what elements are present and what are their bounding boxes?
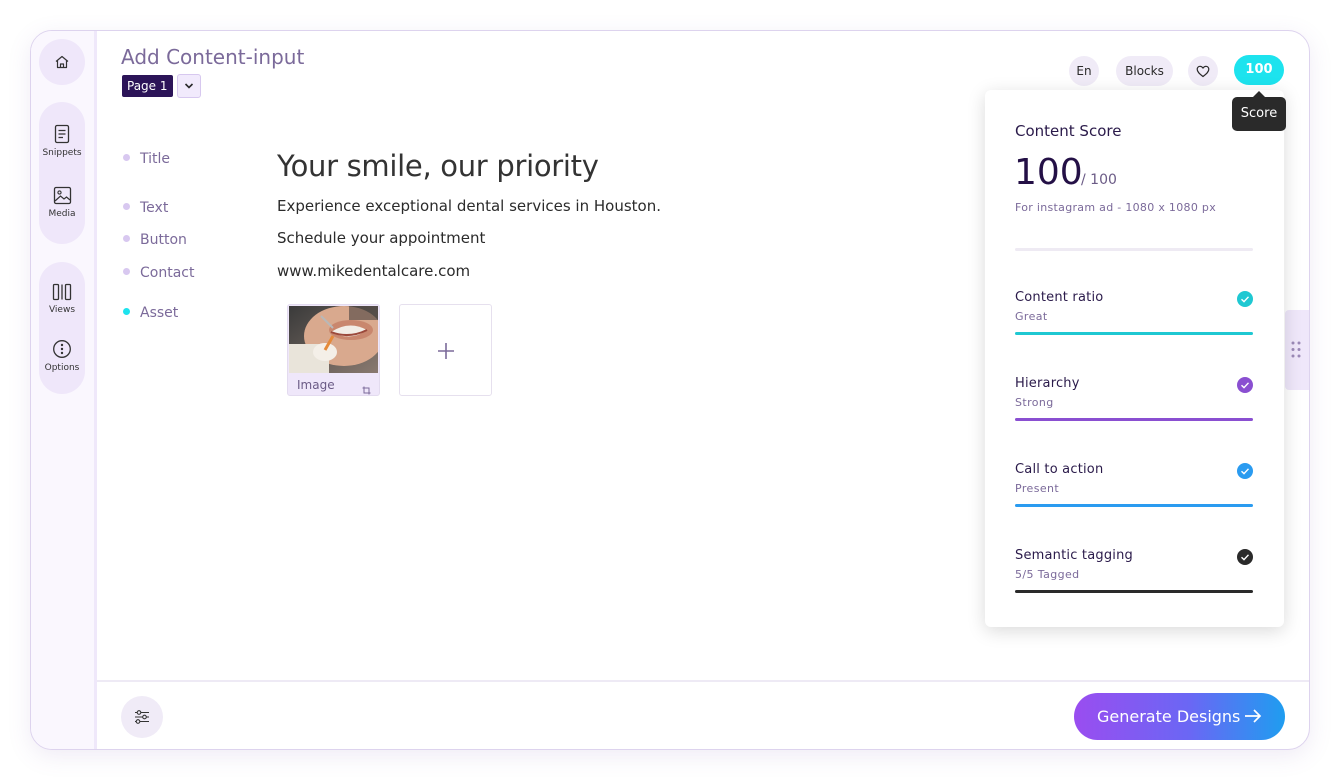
language-button[interactable]: En [1069, 56, 1099, 86]
asset-image-tile[interactable]: Image [287, 304, 380, 396]
metric-hierarchy: Hierarchy Strong [1015, 376, 1253, 436]
document-icon [39, 124, 85, 144]
field-label-text: Text [140, 200, 169, 216]
metric-bar [1015, 332, 1253, 335]
favorite-button[interactable] [1188, 56, 1218, 86]
page-dropdown-button[interactable] [177, 74, 201, 98]
field-label-title[interactable]: Title [123, 151, 170, 167]
drag-handle[interactable] [1285, 310, 1309, 390]
metric-status: Strong [1015, 396, 1054, 409]
heart-icon [1196, 65, 1210, 81]
button-value[interactable]: Schedule your appointment [277, 229, 485, 247]
add-asset-button[interactable] [399, 304, 492, 396]
check-circle-icon [1237, 377, 1253, 397]
app-window: Snippets Media Views Options Add Content… [30, 30, 1310, 750]
field-dot [123, 235, 130, 242]
view-tools-pill: Views Options [39, 262, 85, 394]
field-dot [123, 203, 130, 210]
check-circle-icon [1237, 291, 1253, 311]
metric-name: Content ratio [1015, 290, 1104, 305]
field-label-text: Contact [140, 265, 195, 281]
field-label-button[interactable]: Button [123, 232, 187, 248]
metric-semantic-tagging: Semantic tagging 5/5 Tagged [1015, 548, 1253, 608]
snippets-button[interactable]: Snippets [39, 124, 85, 158]
content-tools-pill: Snippets Media [39, 102, 85, 244]
home-button[interactable] [39, 54, 85, 70]
field-label-text-row[interactable]: Text [123, 200, 168, 216]
field-dot-active [123, 308, 130, 315]
score-note: For instagram ad - 1080 x 1080 px [1015, 201, 1217, 214]
metric-status: Present [1015, 482, 1060, 495]
asset-caption: Image [297, 378, 335, 392]
crop-icon[interactable] [362, 380, 371, 395]
field-label-text: Asset [140, 305, 179, 321]
views-button[interactable]: Views [39, 283, 85, 315]
content-score-panel: Content Score 100 / 100 For instagram ad… [985, 90, 1284, 627]
metric-call-to-action: Call to action Present [1015, 462, 1253, 522]
field-dot [123, 268, 130, 275]
page-selector[interactable]: Page 1 [122, 75, 173, 97]
metric-name: Call to action [1015, 462, 1104, 477]
home-icon [39, 54, 85, 70]
contact-value[interactable]: www.mikedentalcare.com [277, 262, 470, 280]
score-badge[interactable]: 100 [1234, 55, 1284, 85]
metric-bar [1015, 504, 1253, 507]
metric-status: Great [1015, 310, 1048, 323]
media-label: Media [48, 209, 76, 219]
home-pill [39, 39, 85, 85]
views-label: Views [48, 305, 76, 315]
generate-label: Generate Designs [1097, 707, 1241, 726]
generate-designs-button[interactable]: Generate Designs [1074, 693, 1285, 740]
score-value: 100 [1014, 152, 1083, 193]
field-label-contact[interactable]: Contact [123, 265, 194, 281]
columns-icon [39, 283, 85, 301]
score-tooltip: Score [1232, 91, 1286, 131]
options-button[interactable]: Options [39, 339, 85, 373]
metric-bar [1015, 418, 1253, 421]
metric-content-ratio: Content ratio Great [1015, 290, 1253, 350]
field-dot [123, 154, 130, 161]
asset-thumbnail [289, 306, 378, 373]
title-value[interactable]: Your smile, our priority [277, 149, 599, 183]
check-circle-icon [1237, 463, 1253, 483]
metric-status: 5/5 Tagged [1015, 568, 1080, 581]
image-icon [39, 186, 85, 205]
footer-divider [97, 680, 1309, 682]
snippets-label: Snippets [42, 148, 82, 158]
text-value[interactable]: Experience exceptional dental services i… [277, 197, 661, 215]
score-divider [1015, 248, 1253, 251]
media-button[interactable]: Media [39, 186, 85, 219]
score-max: / 100 [1081, 172, 1117, 188]
metric-bar [1015, 590, 1253, 593]
left-sidebar: Snippets Media Views Options [31, 31, 97, 749]
options-icon [39, 339, 85, 359]
page-title: Add Content-input [121, 45, 305, 69]
score-panel-heading: Content Score [1015, 122, 1122, 140]
field-label-text: Title [140, 151, 171, 167]
check-circle-icon [1237, 549, 1253, 569]
field-label-text: Button [140, 232, 187, 248]
metric-name: Hierarchy [1015, 376, 1080, 391]
metric-name: Semantic tagging [1015, 548, 1133, 563]
options-label: Options [44, 363, 80, 373]
settings-button[interactable] [121, 696, 163, 738]
blocks-button[interactable]: Blocks [1116, 56, 1173, 86]
field-label-asset[interactable]: Asset [123, 305, 178, 321]
